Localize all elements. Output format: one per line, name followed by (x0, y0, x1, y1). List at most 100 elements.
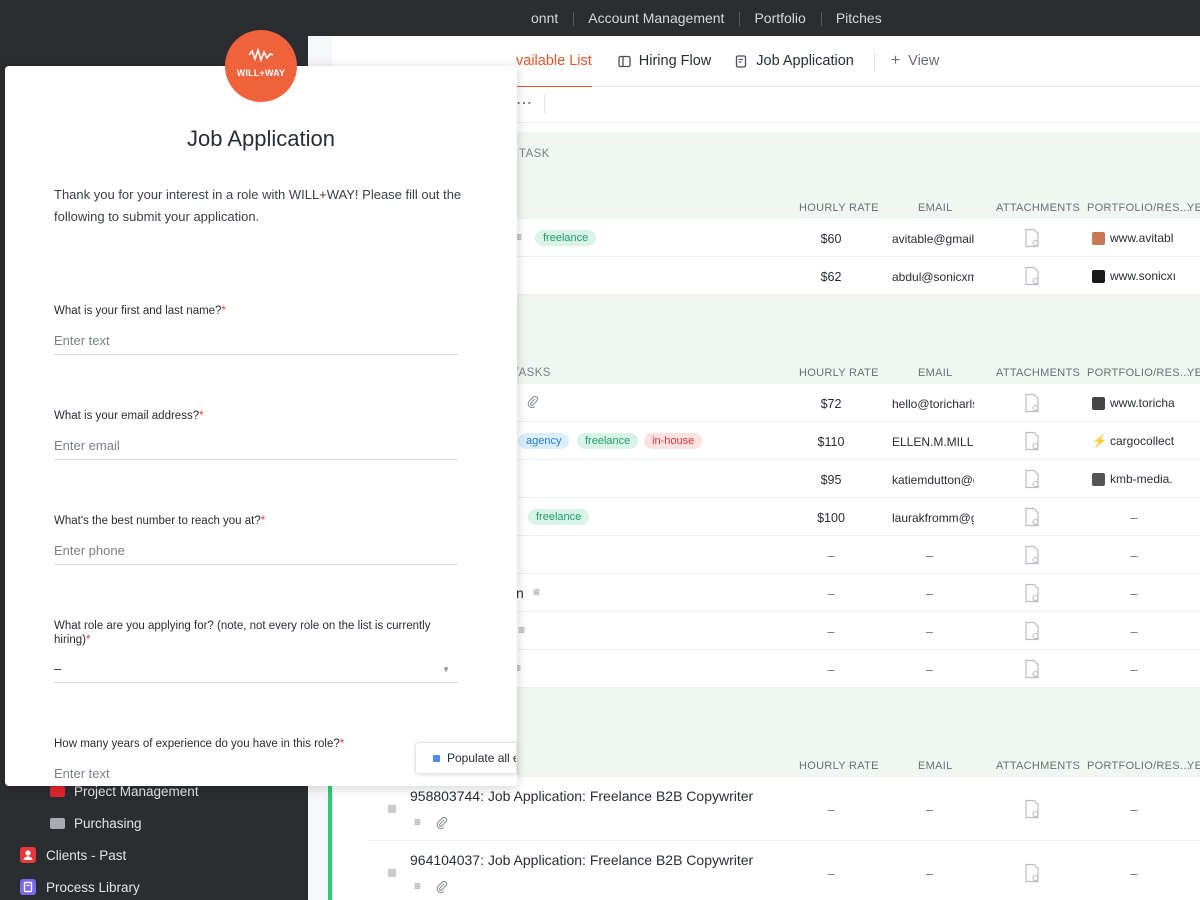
column-attachments[interactable]: ATTACHMENTS (996, 202, 1080, 214)
task-name[interactable]: 964104037: Job Application: Freelance B2… (410, 852, 753, 868)
column-attachments[interactable]: ATTACHMENTS (996, 367, 1080, 379)
list-color-rail (328, 786, 332, 900)
attachment-icon[interactable] (1023, 583, 1043, 603)
email-cell[interactable]: – (926, 663, 933, 677)
hourly-rate: $72 (820, 397, 842, 411)
sidebar-item-clients-past[interactable]: Clients - Past (20, 847, 126, 863)
attachment-icon[interactable] (1023, 659, 1043, 679)
email-cell[interactable]: avitable@gmail. (892, 232, 974, 246)
nav-item-account-management[interactable]: Account Management (573, 10, 739, 26)
column-hourly-rate[interactable]: HOURLY RATE (799, 760, 879, 772)
nav-item-pitches[interactable]: Pitches (820, 10, 897, 26)
column-years[interactable]: YE (1187, 367, 1200, 379)
column-years[interactable]: YE (1187, 760, 1200, 772)
table-row[interactable]: 964104037: Job Application: Freelance B2… (368, 841, 1200, 900)
column-portfolio[interactable]: PORTFOLIO/RES... (1087, 760, 1190, 772)
description-icon: ≡ (518, 623, 526, 637)
portfolio-text: www.toricha (1110, 396, 1175, 410)
attachment-icon[interactable] (1023, 507, 1043, 527)
more-options-icon[interactable]: ⋯ (516, 93, 533, 113)
form-title: Job Application (187, 126, 335, 151)
attachment-icon[interactable] (1023, 545, 1043, 565)
description-icon: ≡ (533, 585, 541, 599)
phone-field[interactable]: Enter phone (54, 539, 458, 565)
tab-label: Hiring Flow (638, 53, 712, 69)
name-field[interactable]: Enter text (54, 329, 458, 355)
portfolio-link[interactable]: www.avitabl (1092, 231, 1176, 245)
required-mark: * (339, 738, 345, 750)
sidebar-item-purchasing[interactable]: Purchasing (50, 816, 142, 831)
status-square[interactable] (388, 805, 396, 813)
attachment-icon[interactable] (1023, 393, 1043, 413)
group-task-count: TASKS (512, 367, 551, 379)
column-years[interactable]: YE (1187, 202, 1200, 214)
hourly-rate: $110 (817, 435, 845, 449)
column-email[interactable]: EMAIL (918, 760, 953, 772)
populate-all-button[interactable]: Populate all e (415, 742, 517, 774)
column-hourly-rate[interactable]: HOURLY RATE (799, 367, 879, 379)
nav-item-onnt[interactable]: onnt (516, 10, 573, 26)
email-cell[interactable]: – (926, 587, 933, 601)
tab-divider (873, 51, 875, 71)
board-icon (618, 55, 631, 68)
attachment-icon[interactable] (1023, 431, 1043, 451)
attachment-icon[interactable] (1023, 799, 1043, 819)
attachment-icon[interactable] (1023, 266, 1043, 286)
tag-freelance[interactable]: freelance (577, 433, 639, 449)
email-field[interactable]: Enter email (54, 434, 458, 460)
tab-job-application[interactable]: Job Application (735, 36, 854, 87)
attachment-icon[interactable] (1023, 228, 1043, 248)
brand-name: WILL+WAY (236, 68, 286, 78)
column-portfolio[interactable]: PORTFOLIO/RES... (1087, 367, 1190, 379)
nav-item-portfolio[interactable]: Portfolio (739, 10, 820, 26)
email-cell[interactable]: hello@toricharls (892, 397, 974, 411)
portfolio-empty: – (1130, 663, 1138, 677)
column-hourly-rate[interactable]: HOURLY RATE (799, 202, 879, 214)
attachment-icon[interactable] (1023, 469, 1043, 489)
task-name[interactable]: 958803744: Job Application: Freelance B2… (410, 788, 753, 804)
tag-agency[interactable]: agency (518, 433, 570, 449)
hourly-rate: – (827, 549, 835, 563)
email-cell[interactable]: katiemdutton@g (892, 473, 974, 487)
sidebar-item-label: Process Library (46, 879, 140, 895)
table-row[interactable]: 958803744: Job Application: Freelance B2… (368, 777, 1200, 841)
attachment-icon[interactable] (1023, 621, 1043, 641)
favicon-icon (1092, 231, 1105, 245)
email-cell[interactable]: – (926, 625, 933, 639)
portfolio-link[interactable]: ⚡ cargocollect (1092, 434, 1176, 448)
column-email[interactable]: EMAIL (918, 202, 953, 214)
paperclip-icon (435, 880, 448, 893)
description-icon: ≡ (414, 815, 422, 829)
portfolio-empty: – (1130, 587, 1138, 601)
email-cell[interactable]: laurakfromm@g (892, 511, 974, 525)
sidebar-item-process-library[interactable]: Process Library (20, 879, 140, 895)
column-email[interactable]: EMAIL (918, 367, 953, 379)
question-email-label: What is your email address?* (54, 409, 458, 423)
email-cell[interactable]: – (926, 549, 933, 563)
portfolio-link[interactable]: kmb-media. (1092, 472, 1176, 486)
attachment-icon[interactable] (1023, 863, 1043, 883)
portfolio-link[interactable]: www.toricha (1092, 396, 1176, 410)
email-cell[interactable]: – (926, 803, 933, 817)
portfolio-empty: – (1130, 625, 1138, 639)
email-cell[interactable]: abdul@sonicxm (892, 270, 974, 284)
tag-freelance[interactable]: freelance (535, 230, 597, 246)
question-name-label: What is your first and last name?* (54, 304, 458, 318)
role-select[interactable]: – ▼ (54, 657, 458, 683)
task-name[interactable]: n (516, 585, 524, 601)
column-attachments[interactable]: ATTACHMENTS (996, 760, 1080, 772)
waveform-icon (225, 48, 297, 62)
column-portfolio[interactable]: PORTFOLIO/RES... (1087, 202, 1190, 214)
tab-available-list[interactable]: vailable List (516, 36, 592, 88)
tag-freelance[interactable]: freelance (528, 509, 590, 525)
add-view-button[interactable]: + View (891, 36, 940, 87)
email-cell[interactable]: – (926, 867, 933, 881)
experience-field[interactable]: Enter text (54, 762, 458, 788)
tab-label: vailable List (516, 53, 592, 69)
portfolio-link[interactable]: www.sonicxı (1092, 269, 1176, 283)
tab-hiring-flow[interactable]: Hiring Flow (618, 36, 712, 87)
tag-in-house[interactable]: in-house (644, 433, 703, 449)
question-text: What is your first and last name? (54, 305, 222, 317)
email-cell[interactable]: ELLEN.M.MILLE (892, 435, 974, 449)
status-square[interactable] (388, 869, 396, 877)
